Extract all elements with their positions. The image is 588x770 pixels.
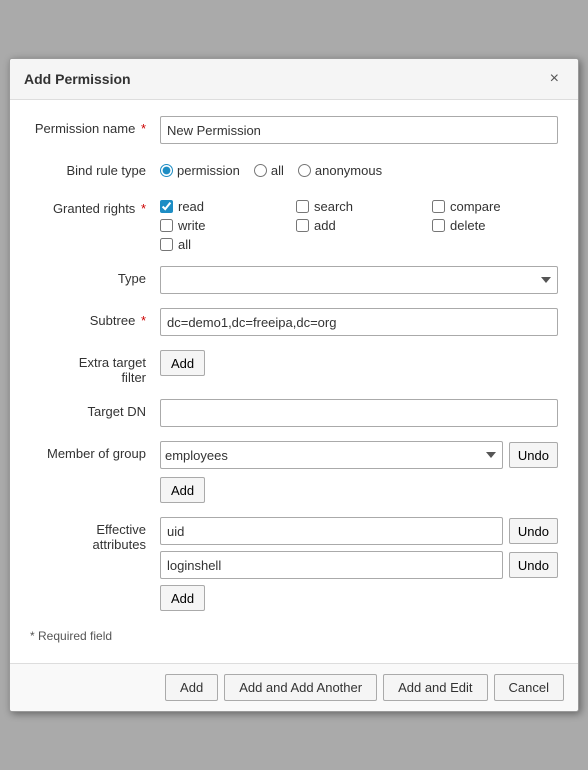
required-star-3: * [141,313,146,328]
target-dn-control [160,399,558,427]
right-read-checkbox[interactable] [160,200,173,213]
type-select[interactable] [160,266,558,294]
cancel-button[interactable]: Cancel [494,674,564,701]
effective-attributes-control: Undo Undo Add [160,517,558,611]
right-compare[interactable]: compare [432,199,558,214]
bind-rule-permission[interactable]: permission [160,163,240,178]
attr-uid-row: Undo [160,517,558,545]
required-star-2: * [141,201,146,216]
right-add-checkbox[interactable] [296,219,309,232]
attr-uid-undo-button[interactable]: Undo [509,518,558,544]
right-all-checkbox[interactable] [160,238,173,251]
attr-add-container: Add [160,585,558,611]
extra-target-filter-row: Extra targetfilter Add [30,350,558,385]
attr-uid-input[interactable] [160,517,503,545]
bind-rule-type-label: Bind rule type [30,158,160,178]
right-read[interactable]: read [160,199,286,214]
permission-name-control [160,116,558,144]
right-write-checkbox[interactable] [160,219,173,232]
subtree-input[interactable] [160,308,558,336]
member-of-group-control: employees Undo Add [160,441,558,503]
subtree-row: Subtree * [30,308,558,336]
bind-rule-all-radio[interactable] [254,164,267,177]
checkbox-grid: read search compare write [160,196,558,252]
member-of-group-row: Member of group employees Undo Add [30,441,558,503]
dialog-title: Add Permission [24,71,131,87]
permission-name-label: Permission name * [30,116,160,136]
subtree-label: Subtree * [30,308,160,328]
effective-attributes-label: Effectiveattributes [30,517,160,552]
target-dn-row: Target DN [30,399,558,427]
target-dn-input[interactable] [160,399,558,427]
right-delete[interactable]: delete [432,218,558,233]
member-add-container: Add [160,477,558,503]
right-search-checkbox[interactable] [296,200,309,213]
member-of-group-undo-button[interactable]: Undo [509,442,558,468]
subtree-control [160,308,558,336]
close-button[interactable]: × [545,69,564,89]
type-row: Type [30,266,558,294]
right-all[interactable]: all [160,237,286,252]
granted-rights-label: Granted rights * [30,196,160,216]
bind-rule-type-row: Bind rule type permission all anonymous [30,158,558,178]
right-search[interactable]: search [296,199,422,214]
permission-name-row: Permission name * [30,116,558,144]
extra-target-filter-label: Extra targetfilter [30,350,160,385]
add-and-edit-button[interactable]: Add and Edit [383,674,487,701]
member-of-group-select[interactable]: employees [160,441,503,469]
dialog-footer: Add Add and Add Another Add and Edit Can… [10,663,578,711]
add-permission-dialog: Add Permission × Permission name * Bind … [9,58,579,712]
required-note: * Required field [30,625,558,653]
bind-rule-anonymous-radio[interactable] [298,164,311,177]
extra-target-filter-control: Add [160,350,558,376]
member-group-row: employees Undo [160,441,558,469]
attr-loginshell-undo-button[interactable]: Undo [509,552,558,578]
add-filter-button[interactable]: Add [160,350,205,376]
type-control [160,266,558,294]
right-add[interactable]: add [296,218,422,233]
dialog-header: Add Permission × [10,59,578,100]
bind-rule-permission-radio[interactable] [160,164,173,177]
add-button[interactable]: Add [165,674,218,701]
required-star: * [141,121,146,136]
bind-rule-all[interactable]: all [254,163,284,178]
granted-rights-control: read search compare write [160,196,558,252]
right-write[interactable]: write [160,218,286,233]
attr-loginshell-row: Undo [160,551,558,579]
permission-name-input[interactable] [160,116,558,144]
member-of-group-label: Member of group [30,441,160,461]
member-add-button[interactable]: Add [160,477,205,503]
bind-rule-anonymous[interactable]: anonymous [298,163,382,178]
right-compare-checkbox[interactable] [432,200,445,213]
attr-add-button[interactable]: Add [160,585,205,611]
add-and-add-another-button[interactable]: Add and Add Another [224,674,377,701]
bind-rule-type-control: permission all anonymous [160,158,558,178]
type-label: Type [30,266,160,286]
effective-attributes-row: Effectiveattributes Undo Undo Add [30,517,558,611]
right-delete-checkbox[interactable] [432,219,445,232]
attr-loginshell-input[interactable] [160,551,503,579]
granted-rights-row: Granted rights * read search compare [30,192,558,252]
dialog-body: Permission name * Bind rule type permiss… [10,100,578,663]
target-dn-label: Target DN [30,399,160,419]
